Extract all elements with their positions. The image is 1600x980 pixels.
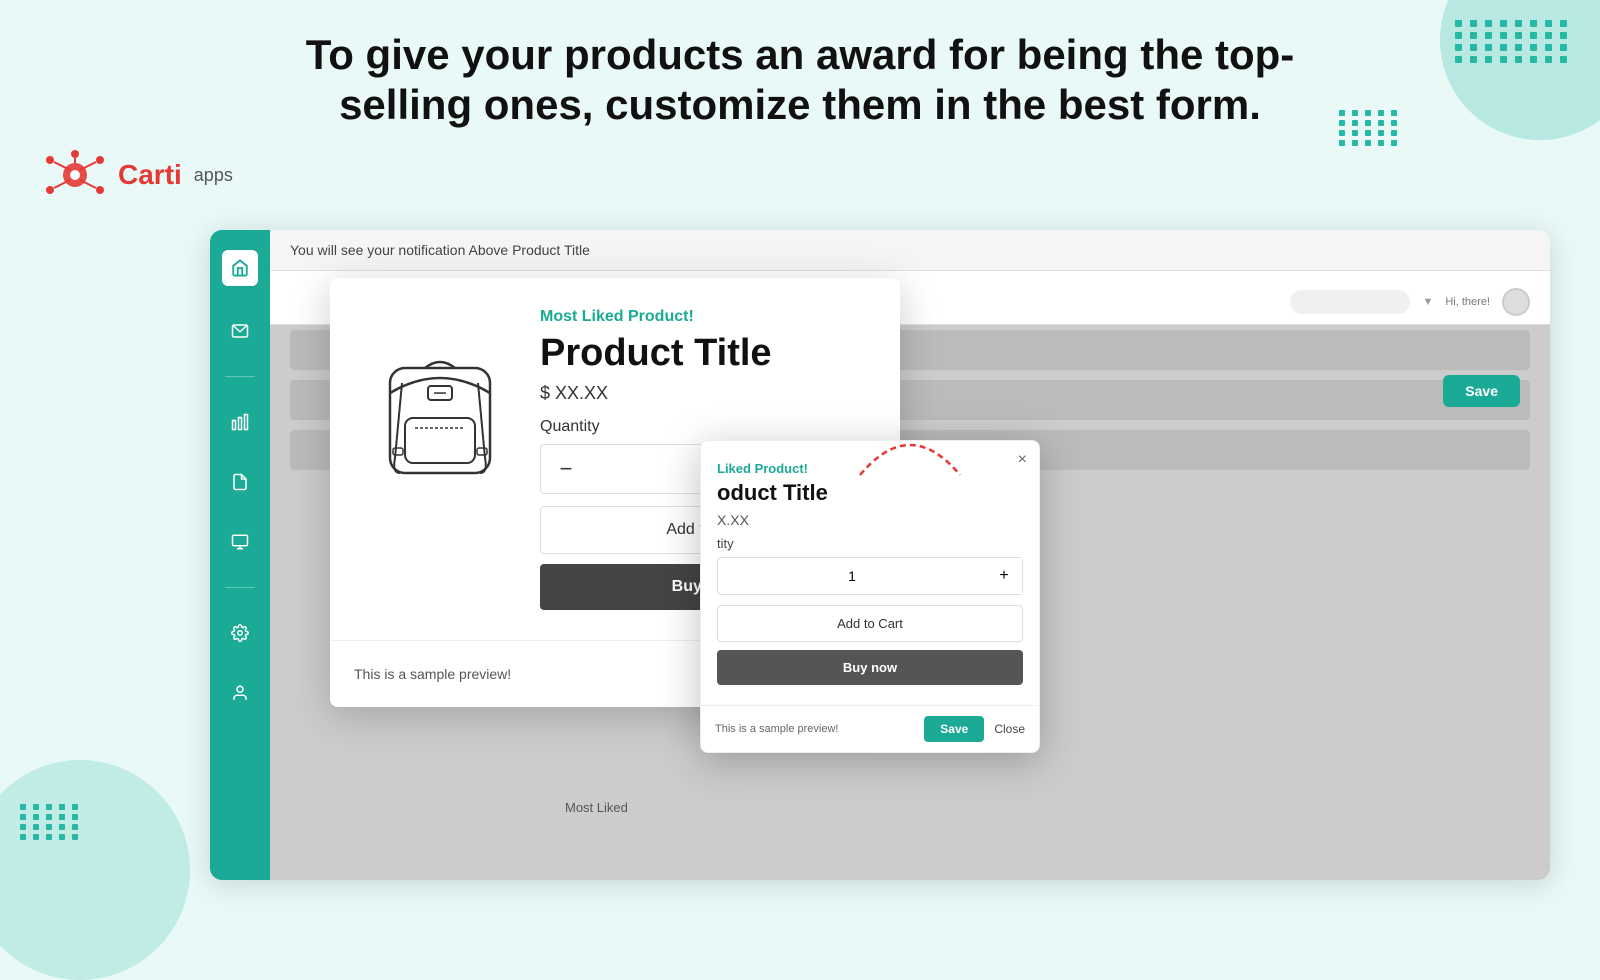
preview-text: This is a sample preview! (354, 666, 511, 682)
logo-area: Carti apps (40, 140, 233, 210)
dashed-arc-decoration (850, 405, 950, 465)
second-product-price: X.XX (717, 512, 1023, 528)
main-content-area: You will see your notification Above Pro… (270, 230, 1550, 880)
sidebar-divider-1 (225, 376, 255, 377)
sidebar-item-analytics[interactable] (225, 407, 255, 437)
right-save-button[interactable]: Save (1443, 375, 1520, 407)
second-buy-now-button[interactable]: Buy now (717, 650, 1023, 685)
product-price: $ XX.XX (540, 383, 870, 404)
second-save-button[interactable]: Save (924, 716, 984, 742)
second-preview-text: This is a sample preview! (715, 723, 839, 735)
topbar-avatar (1502, 288, 1530, 316)
app-window: You will see your notification Above Pro… (210, 230, 1550, 880)
notification-text: You will see your notification Above Pro… (290, 242, 590, 258)
quantity-label: Quantity (540, 418, 870, 436)
product-image (360, 308, 520, 488)
topbar-search[interactable] (1290, 290, 1410, 314)
logo-sub: apps (194, 165, 233, 186)
sidebar-item-home[interactable] (222, 250, 258, 286)
header-title-line2: selling ones, customize them in the best… (339, 81, 1261, 128)
most-liked-badge: Most Liked Product! (540, 308, 870, 326)
sidebar-item-settings[interactable] (225, 618, 255, 648)
sidebar-divider-2 (225, 587, 255, 588)
page-header: To give your products an award for being… (0, 30, 1600, 131)
logo-name: Carti (118, 159, 182, 191)
second-quantity-control: 1 + (717, 557, 1023, 595)
sidebar-item-mail[interactable] (225, 316, 255, 346)
decorative-circle-bottom (0, 760, 190, 980)
second-quantity-label: tity (717, 536, 1023, 551)
notification-bar: You will see your notification Above Pro… (270, 230, 1550, 271)
second-add-to-cart-button[interactable]: Add to Cart (717, 605, 1023, 642)
product-title: Product Title (540, 332, 870, 375)
second-close-button[interactable]: Close (994, 722, 1025, 736)
topbar-greeting: Hi, there! (1445, 296, 1490, 308)
backpack-svg (360, 308, 520, 488)
carti-logo-icon (40, 140, 110, 210)
modal-second-close-x[interactable]: × (1018, 451, 1027, 469)
header-title: To give your products an award for being… (250, 30, 1350, 131)
app-sidebar (210, 230, 270, 880)
dots-bottom-left (20, 804, 81, 840)
second-quantity-value: 1 (718, 568, 986, 584)
sidebar-item-monitor[interactable] (225, 527, 255, 557)
sidebar-item-profile[interactable] (225, 678, 255, 708)
modal-second: × Liked Product! oduct Title X.XX tity 1… (700, 440, 1040, 753)
sidebar-item-documents[interactable] (225, 467, 255, 497)
bottom-most-liked-label: Most Liked (565, 800, 628, 815)
header-title-line1: To give your products an award for being… (306, 31, 1295, 78)
quantity-minus-button[interactable]: − (541, 445, 591, 493)
second-quantity-plus-button[interactable]: + (986, 558, 1022, 594)
modal-second-footer: This is a sample preview! Save Close (701, 705, 1039, 752)
